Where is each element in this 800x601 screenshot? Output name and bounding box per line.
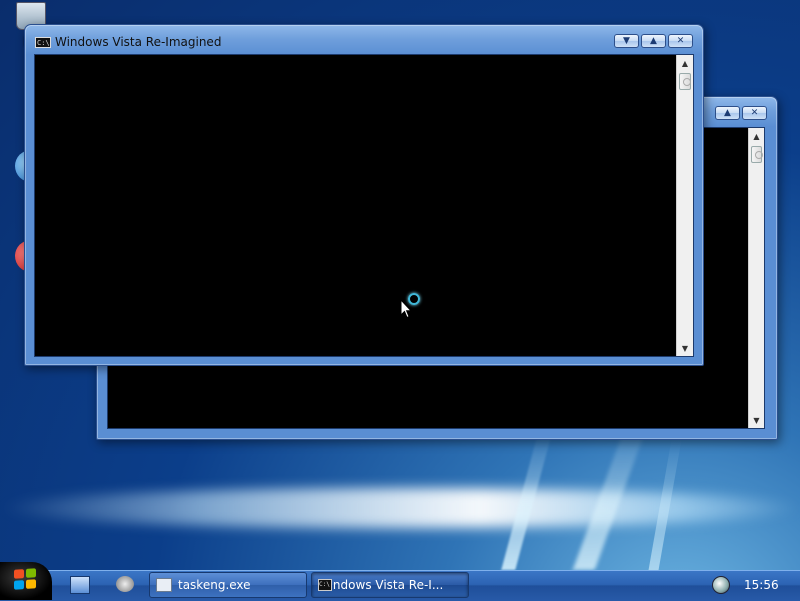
window-title: Windows Vista Re-Imagined	[55, 35, 222, 49]
scroll-thumb[interactable]	[751, 146, 763, 163]
maximize-button[interactable]: ▲	[641, 34, 666, 48]
close-button[interactable]: ✕	[668, 34, 693, 48]
generic-app-icon	[156, 578, 172, 592]
taskbar-button-taskeng[interactable]: taskeng.exe	[149, 572, 307, 598]
scroll-down-arrow-icon[interactable]: ▼	[677, 340, 693, 356]
close-icon: ✕	[676, 35, 685, 46]
windows-logo-icon	[14, 568, 36, 590]
front-console-output[interactable]	[34, 54, 694, 357]
wallpaper-streak	[572, 420, 650, 570]
scroll-thumb[interactable]	[679, 73, 691, 90]
scroll-down-arrow-icon[interactable]: ▼	[749, 412, 764, 428]
taskbar-button-label: taskeng.exe	[178, 578, 251, 592]
arrow-cursor-icon	[400, 299, 412, 319]
close-button[interactable]: ✕	[742, 106, 767, 120]
scroll-up-arrow-icon[interactable]: ▲	[749, 128, 764, 144]
front-window-scrollbar[interactable]: ▲ ▼	[676, 55, 693, 356]
front-window-titlebar[interactable]: C:\ Windows Vista Re-Imagined ▼ ▲ ✕	[25, 25, 703, 53]
console-icon: C:\	[35, 37, 51, 48]
wallpaper-streak	[648, 440, 682, 570]
show-desktop-icon[interactable]	[70, 576, 90, 594]
minimize-button[interactable]: ▼	[614, 34, 639, 48]
maximize-icon: ▲	[724, 107, 731, 118]
back-window-caption-buttons: ▲ ✕	[715, 106, 767, 120]
back-window-scrollbar[interactable]: ▲ ▼	[748, 128, 764, 428]
front-window-caption-buttons: ▼ ▲ ✕	[614, 34, 693, 48]
wallpaper-streak	[501, 430, 553, 570]
network-icon[interactable]	[712, 576, 730, 594]
start-button[interactable]	[0, 562, 52, 600]
switch-windows-icon[interactable]	[116, 576, 134, 592]
front-console-window[interactable]: C:\ Windows Vista Re-Imagined ▼ ▲ ✕ ▲ ▼	[24, 24, 704, 366]
taskbar-button-console[interactable]: C:\ Windows Vista Re-I...	[311, 572, 469, 598]
system-tray: 15:56	[700, 572, 800, 598]
close-icon: ✕	[750, 107, 759, 118]
clock[interactable]: 15:56	[744, 578, 779, 592]
scroll-up-arrow-icon[interactable]: ▲	[677, 55, 693, 71]
taskbar-button-label: Windows Vista Re-I...	[318, 578, 444, 592]
minimize-icon: ▼	[623, 35, 630, 46]
maximize-button[interactable]: ▲	[715, 106, 740, 120]
maximize-icon: ▲	[650, 35, 657, 46]
wallpaper-glow	[0, 488, 800, 528]
console-icon: C:\	[318, 579, 332, 591]
